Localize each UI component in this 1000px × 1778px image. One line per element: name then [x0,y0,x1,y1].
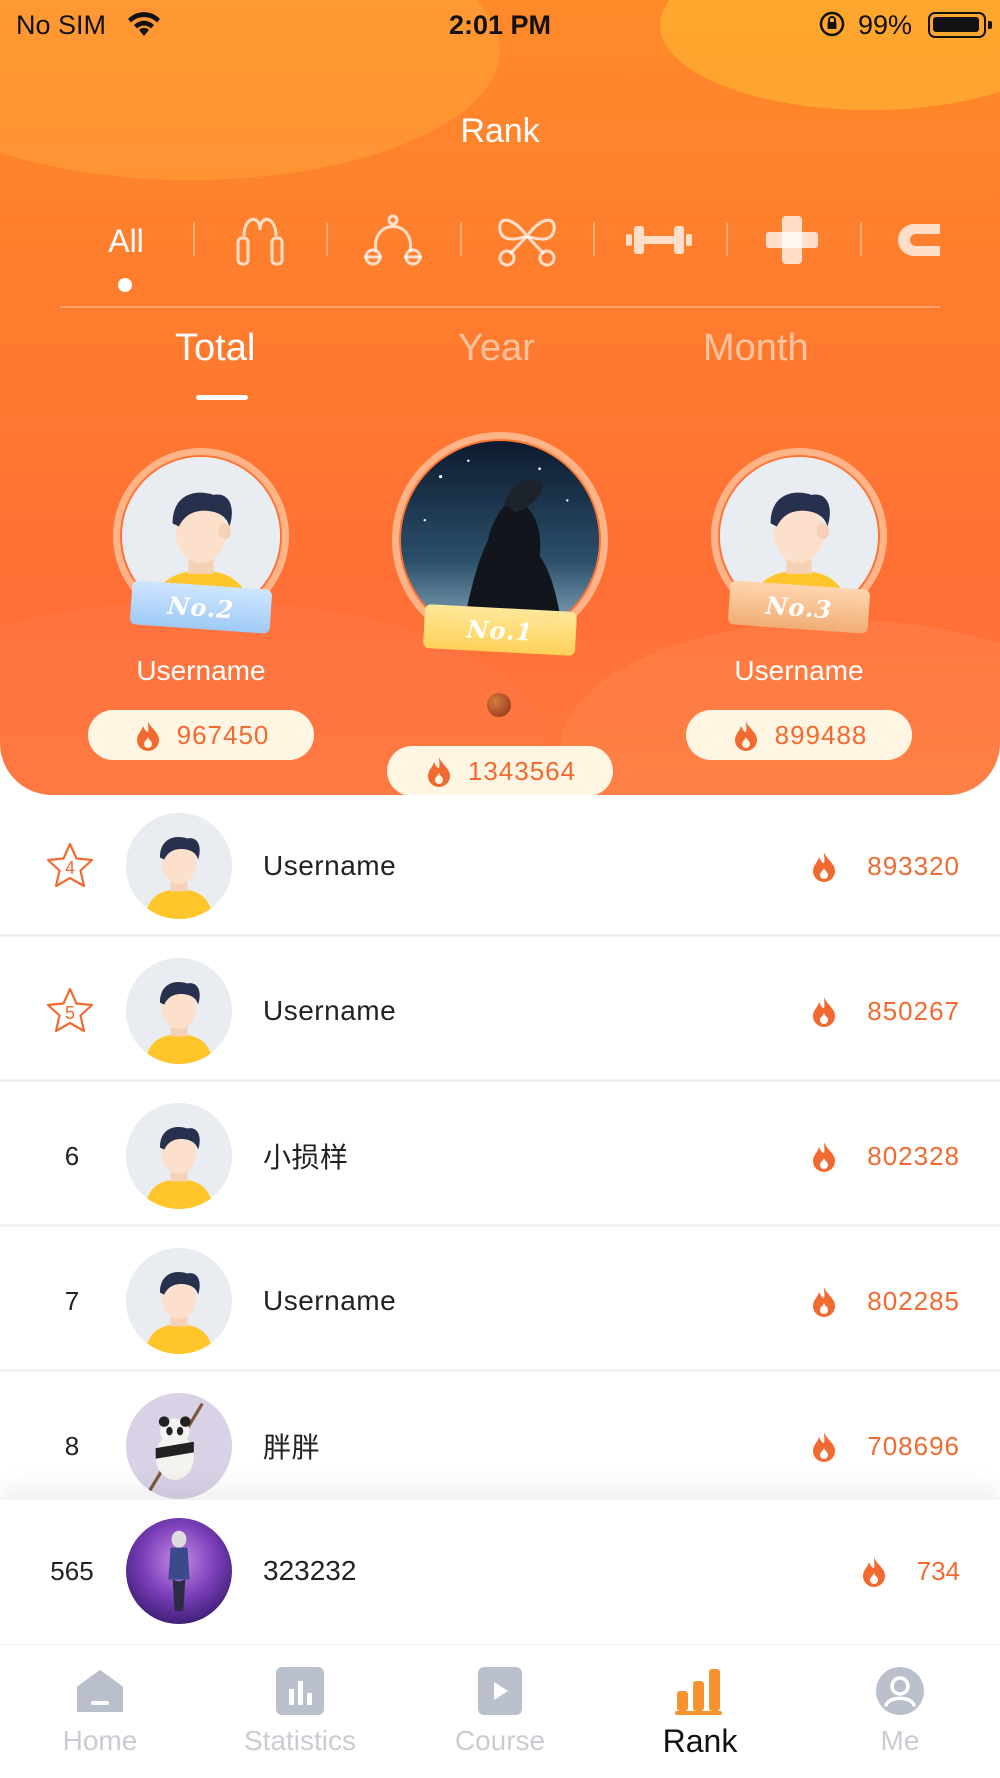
user-score: 802285 [809,1230,960,1372]
user-name: 小损样 [263,1142,349,1173]
statistics-icon [276,1667,324,1715]
avatar[interactable] [126,958,232,1064]
flame-icon [813,852,836,882]
tab-total[interactable]: Total [175,327,255,370]
home-icon [77,1670,123,1712]
star-rank-icon: 5 [46,987,94,1033]
flame-icon [862,1557,885,1587]
user-score: 802328 [809,1085,960,1227]
podium-second-score: 967450 [88,710,314,760]
rank-number: 5 [65,1003,75,1023]
jump-rope-icon[interactable] [230,212,290,268]
avatar[interactable] [126,1103,232,1209]
status-time: 2:01 PM [448,10,552,40]
user-name: Username [263,850,397,881]
flame-icon [813,1432,836,1462]
my-avatar[interactable] [126,1518,232,1624]
list-item[interactable]: 8 胖胖 708696 [0,1375,1000,1517]
tab-bar: Home Statistics Course Rank Me [0,1644,1000,1778]
user-name: 胖胖 [263,1432,321,1463]
tab-indicator [196,395,248,400]
dumbbell-icon[interactable] [624,222,694,258]
category-all[interactable]: All [66,206,186,276]
rank-number: 6 [64,1140,80,1171]
profile-icon [876,1667,924,1715]
category-selected-dot [118,278,132,292]
tab-statistics[interactable]: Statistics [200,1645,400,1778]
tab-month[interactable]: Month [703,327,809,370]
podium-third-name: Username [734,655,864,686]
podium-second-name: Username [136,655,266,686]
battery-icon [928,12,992,38]
rank-bars-icon [675,1669,722,1715]
figure-eight-band-icon[interactable] [492,210,562,270]
tab-me[interactable]: Me [800,1645,1000,1778]
my-rank-number: 565 [50,1555,94,1586]
badge-no3: No.3 [727,580,871,634]
podium-first-score: 1343564 [387,746,613,795]
rank-number: 4 [65,858,75,878]
battery-percent: 99% [858,10,913,40]
resistance-band-icon[interactable] [360,212,426,268]
level-ball-icon [487,693,511,717]
flame-icon [813,1287,836,1317]
flame-icon [427,757,450,787]
user-score: 850267 [809,940,960,1082]
podium-third-score: 899488 [686,710,912,760]
flame-icon [136,721,159,751]
tab-year[interactable]: Year [458,327,535,370]
page-title: Rank [460,112,540,150]
flame-icon [813,997,836,1027]
status-bar: No SIM 2:01 PM 99% [0,0,1000,50]
user-name: Username [263,1285,397,1316]
star-rank-icon: 4 [46,842,94,888]
rank-header: No SIM 2:01 PM 99% Rank All Total Year M… [0,0,1000,795]
list-item[interactable]: 7 Username 802285 [0,1230,1000,1372]
flame-icon [813,1142,836,1172]
list-item[interactable]: 4 Username 893320 [0,795,1000,937]
user-score: 893320 [809,795,960,937]
play-icon [478,1667,522,1715]
user-name: Username [263,995,397,1026]
list-item[interactable]: 6 小损样 802328 [0,1085,1000,1227]
badge-no1: No.1 [422,604,578,656]
orientation-lock-icon [819,11,845,37]
grip-icon[interactable] [894,220,940,260]
my-rank-row[interactable]: 565 323232 734 [0,1500,1000,1642]
my-score: 734 [859,1500,960,1642]
rank-number: 8 [64,1430,80,1461]
tab-rank[interactable]: Rank [600,1645,800,1778]
flame-icon [734,721,757,751]
avatar[interactable] [126,813,232,919]
list-item[interactable]: 5 Username 850267 [0,940,1000,1082]
tab-course[interactable]: Course [400,1645,600,1778]
avatar[interactable] [126,1393,232,1499]
barbell-plate-icon[interactable] [764,214,820,266]
user-score: 708696 [809,1375,960,1517]
avatar[interactable] [126,1248,232,1354]
my-name: 323232 [263,1555,357,1586]
tab-home[interactable]: Home [0,1645,200,1778]
rank-number: 7 [64,1285,80,1316]
rank-screen: No SIM 2:01 PM 99% Rank All Total Year M… [0,0,1000,1778]
